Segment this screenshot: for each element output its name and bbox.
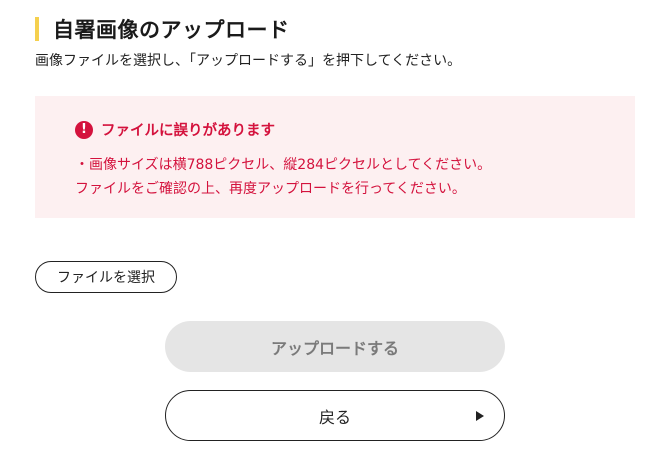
upload-button[interactable]: アップロードする xyxy=(165,321,505,372)
play-arrow-icon xyxy=(476,410,484,421)
page-title: 自署画像のアップロード xyxy=(53,18,290,42)
error-detail-line: ・画像サイズは横788ピクセル、縦284ピクセルとしてください。 xyxy=(75,157,492,173)
page-heading: 自署画像のアップロード xyxy=(35,14,290,44)
exclamation-icon: ! xyxy=(75,120,93,139)
back-button[interactable]: 戻る xyxy=(165,390,505,441)
file-select-button[interactable]: ファイルを選択 xyxy=(35,261,177,293)
back-button-label: 戻る xyxy=(318,407,351,427)
error-detail-line: ファイルをご確認の上、再度アップロードを行ってください。 xyxy=(75,181,466,197)
error-title-row: ! ファイルに誤りがあります xyxy=(75,119,275,140)
heading-accent-bar xyxy=(35,17,39,41)
page-description: 画像ファイルを選択し、「アップロードする」を押下してください。 xyxy=(35,53,462,69)
error-message-box: ! ファイルに誤りがあります ・画像サイズは横788ピクセル、縦284ピクセルと… xyxy=(35,96,635,218)
error-title: ファイルに誤りがあります xyxy=(101,123,275,139)
